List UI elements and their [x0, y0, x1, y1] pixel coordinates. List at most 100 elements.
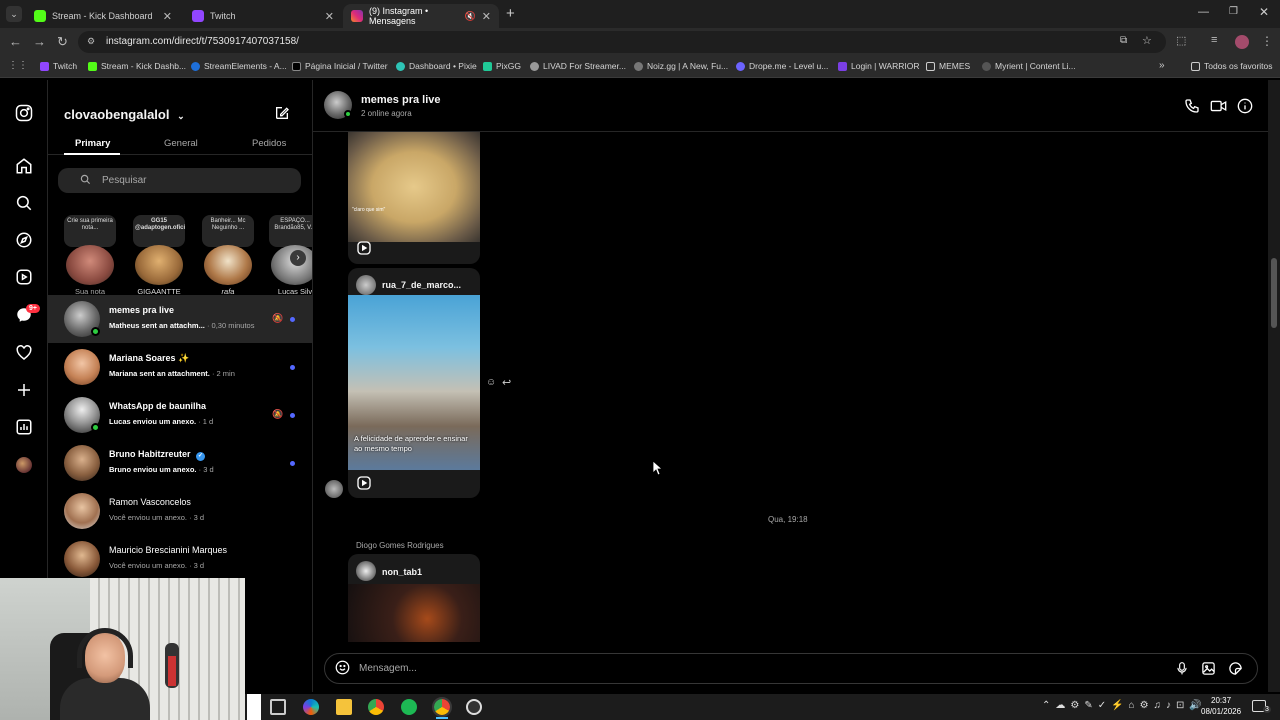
shared-reel[interactable]: "claro que sim": [348, 132, 480, 264]
close-tab-icon[interactable]: ✕: [482, 10, 491, 23]
page-scrollbar[interactable]: [1268, 80, 1280, 692]
media-controls-icon[interactable]: ≡: [1211, 34, 1217, 46]
bookmark-kick[interactable]: Stream - Kick Dashb...: [88, 61, 186, 71]
explore-icon[interactable]: [14, 230, 34, 250]
phone-call-icon[interactable]: [1184, 98, 1200, 119]
shared-reel[interactable]: non_tab1: [348, 554, 480, 642]
tab-kick-dashboard[interactable]: Stream - Kick Dashboard ✕: [26, 4, 180, 28]
instagram-logo-icon[interactable]: [14, 103, 34, 123]
new-message-icon[interactable]: [274, 105, 290, 126]
bookmark-pixgg[interactable]: PixGG: [483, 61, 521, 71]
scrollbar-thumb[interactable]: [1271, 258, 1277, 328]
chat-title[interactable]: memes pra live: [361, 94, 441, 106]
clock-time[interactable]: 20:37: [1211, 696, 1231, 705]
create-icon[interactable]: [14, 380, 34, 400]
conversation-item[interactable]: Ramon Vasconcelos Você enviou um anexo. …: [48, 487, 312, 535]
minimize-icon[interactable]: —: [1198, 6, 1209, 18]
profile-avatar[interactable]: [16, 457, 32, 473]
microphone-icon[interactable]: [1175, 661, 1189, 679]
reply-icon[interactable]: ↩: [502, 376, 511, 389]
bookmark-twitter[interactable]: Página Inicial / Twitter: [292, 61, 388, 71]
conversation-item[interactable]: memes pra live Matheus sent an attachm..…: [48, 295, 312, 343]
account-switcher[interactable]: clovaobengalalol ⌄: [64, 107, 185, 122]
bookmark-memes-folder[interactable]: MEMES: [926, 61, 970, 71]
conversation-item[interactable]: WhatsApp de baunilha Lucas enviou um ane…: [48, 391, 312, 439]
bookmark-label: MEMES: [939, 61, 971, 71]
conversation-preview: Bruno enviou um anexo. · 3 d: [109, 465, 214, 474]
livad-icon: [530, 61, 539, 71]
tab-search-icon[interactable]: ⌄: [6, 6, 22, 22]
bookmark-livad[interactable]: LIVAD For Streamer...: [530, 61, 626, 71]
video-call-icon[interactable]: [1210, 98, 1227, 119]
bookmark-streamelements[interactable]: StreamElements - A...: [191, 61, 287, 71]
new-tab-button[interactable]: +: [506, 5, 515, 22]
spotify-icon[interactable]: [401, 699, 417, 715]
tab-requests[interactable]: Pedidos: [252, 138, 286, 149]
sender-avatar[interactable]: [325, 480, 343, 498]
close-tab-icon[interactable]: ✕: [163, 10, 172, 23]
conversation-item[interactable]: Mauricio Brescianini Marques Você enviou…: [48, 535, 312, 583]
all-bookmarks-folder[interactable]: Todos os favoritos: [1191, 61, 1273, 71]
bookmark-label: Twitch: [53, 61, 78, 71]
tab-primary[interactable]: Primary: [75, 138, 110, 149]
conversation-preview: Você enviou um anexo. · 3 d: [109, 513, 204, 522]
profile-avatar[interactable]: [1235, 35, 1249, 49]
avatar: [66, 245, 114, 285]
bookmark-drope[interactable]: Drope.me - Level u...: [736, 61, 828, 71]
shared-reel[interactable]: rua_7_de_marco... A felicidade de aprend…: [348, 268, 480, 498]
reload-icon[interactable]: ↻: [57, 34, 68, 50]
message-timestamp: Qua, 19:18: [768, 515, 808, 524]
tab-instagram[interactable]: (9) Instagram • Mensagens 🔇 ✕: [343, 4, 499, 28]
message-input[interactable]: Mensagem...: [324, 653, 1258, 684]
close-tab-icon[interactable]: ✕: [325, 10, 334, 23]
task-view-icon[interactable]: [270, 699, 286, 715]
restore-icon[interactable]: ❐: [1229, 6, 1238, 17]
search-input[interactable]: Pesquisar: [58, 168, 301, 193]
copilot-icon[interactable]: [303, 699, 319, 715]
chrome-icon[interactable]: [368, 699, 384, 715]
bookmark-star-icon[interactable]: ☆: [1142, 34, 1152, 47]
next-notes-button[interactable]: ›: [290, 250, 306, 266]
extensions-icon[interactable]: ⬚: [1176, 34, 1186, 47]
url-input[interactable]: ⚙ instagram.com/direct/t/753091740703715…: [78, 31, 1166, 53]
reels-icon[interactable]: [14, 267, 34, 287]
conversation-item[interactable]: Bruno Habitzreuter ✓ Bruno enviou um ane…: [48, 439, 312, 487]
apps-grid-icon[interactable]: ⋮⋮: [8, 60, 28, 71]
obs-icon[interactable]: [466, 699, 482, 715]
home-icon[interactable]: [14, 156, 34, 176]
reel-thumbnail: [348, 584, 480, 642]
close-window-icon[interactable]: ✕: [1259, 5, 1269, 19]
mute-tab-icon[interactable]: 🔇: [465, 11, 476, 22]
pixie-icon: [396, 61, 405, 71]
image-upload-icon[interactable]: [1201, 661, 1216, 679]
dashboard-icon[interactable]: [14, 417, 34, 437]
tab-twitch[interactable]: Twitch ✕: [184, 4, 342, 28]
preview-time: · 3 d: [189, 561, 205, 570]
sticker-icon[interactable]: [1228, 661, 1243, 679]
clock-date[interactable]: 08/01/2026: [1201, 707, 1241, 716]
bookmark-twitch[interactable]: Twitch: [40, 61, 77, 71]
react-emoji-icon[interactable]: ☺: [486, 377, 496, 388]
bookmark-myrient[interactable]: Myrient | Content Li...: [982, 61, 1076, 71]
bookmark-warrior[interactable]: Login | WARRIOR: [838, 61, 920, 71]
conversation-item[interactable]: Mariana Soares ✨ Mariana sent an attachm…: [48, 343, 312, 391]
info-icon[interactable]: [1237, 98, 1253, 119]
tab-general[interactable]: General: [164, 138, 198, 149]
bookmark-pixie[interactable]: Dashboard • Pixie: [396, 61, 477, 71]
forward-icon[interactable]: →: [33, 34, 46, 49]
more-bookmarks-icon[interactable]: »: [1159, 60, 1165, 71]
notification-badge: 9+: [26, 304, 40, 313]
site-info-icon[interactable]: ⚙: [87, 36, 95, 47]
chrome-active-icon[interactable]: [432, 697, 452, 717]
heart-icon[interactable]: [14, 343, 34, 363]
menu-icon[interactable]: ⋮: [1261, 34, 1273, 48]
search-icon[interactable]: [14, 193, 34, 213]
start-button[interactable]: [247, 694, 261, 720]
bookmark-noiz[interactable]: Noiz.gg | A New, Fu...: [634, 61, 728, 71]
emoji-picker-icon[interactable]: [335, 660, 350, 678]
preview-time: · 2 min: [211, 369, 235, 378]
system-tray[interactable]: ⌃☁⚙✎✓⚡⌂⚙♫♪⊡🔊: [1042, 700, 1207, 711]
back-icon[interactable]: ←: [9, 34, 22, 49]
file-explorer-icon[interactable]: [336, 699, 352, 715]
install-app-icon[interactable]: ⧉: [1120, 35, 1127, 46]
